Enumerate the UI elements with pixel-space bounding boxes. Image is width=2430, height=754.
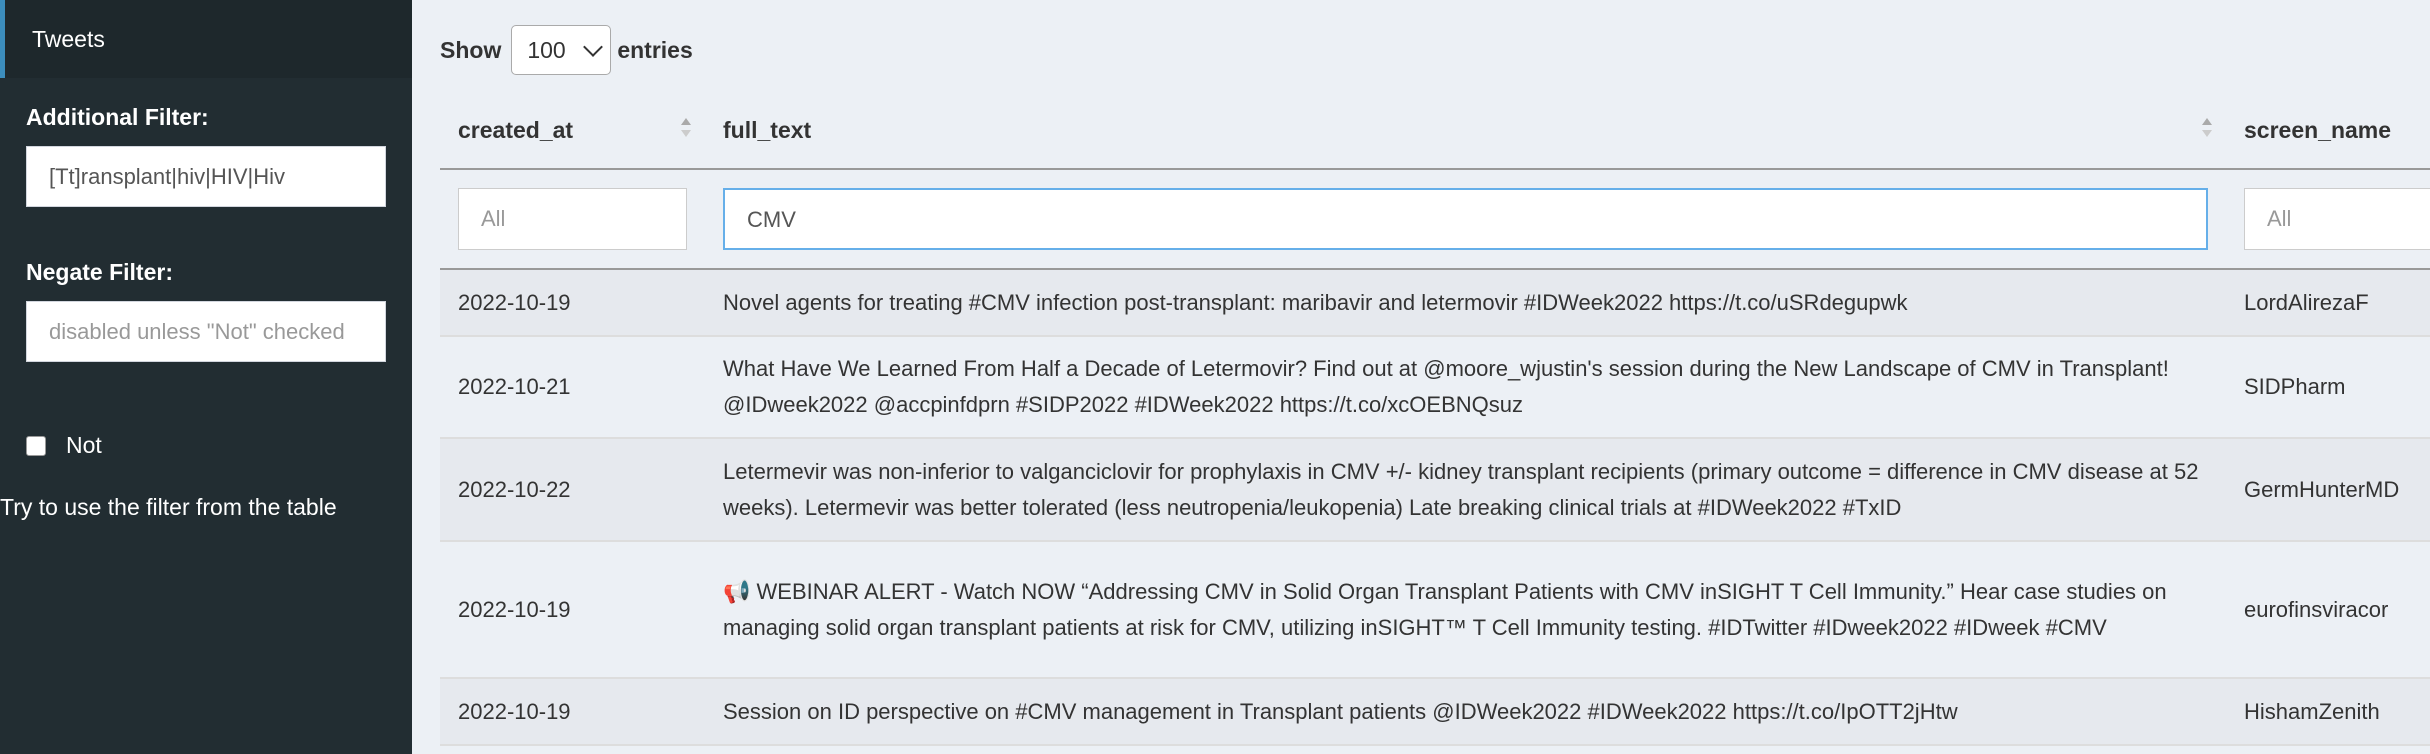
additional-filter-input[interactable]: [Tt]ransplant|hiv|HIV|Hiv bbox=[26, 146, 386, 207]
table-row[interactable]: 2022-10-19 Session on ID perspective on … bbox=[440, 678, 2430, 746]
column-header-created-at[interactable]: created_at bbox=[440, 92, 705, 170]
created-at-cell: 2022-10-21 bbox=[440, 336, 705, 439]
page-length-select[interactable]: 100 bbox=[511, 25, 612, 75]
full-text: WEBINAR ALERT - Watch NOW “Addressing CM… bbox=[723, 578, 2167, 640]
created-at-cell: 2022-10-19 bbox=[440, 541, 705, 679]
table-row[interactable]: 2022-10-21 What Have We Learned From Hal… bbox=[440, 336, 2430, 439]
screen-name-cell: LordAlirezaF bbox=[2226, 269, 2430, 337]
sidebar-item-tweets[interactable]: Tweets bbox=[0, 0, 412, 78]
sort-icon bbox=[681, 118, 691, 138]
full-text-cell: Letermevir was non-inferior to valgancic… bbox=[705, 438, 2226, 542]
screen-name-filter-input[interactable]: All bbox=[2244, 188, 2430, 250]
screen-name-cell: GermHunterMD bbox=[2226, 438, 2430, 542]
negate-filter-input[interactable]: disabled unless "Not" checked bbox=[26, 301, 386, 362]
full-text-cell: Novel agents for treating #CMV infection… bbox=[705, 269, 2226, 337]
full-text-filter-input[interactable]: CMV bbox=[723, 188, 2208, 250]
show-label: Show bbox=[440, 36, 502, 63]
column-filter-row: All CMV All bbox=[440, 169, 2430, 270]
additional-filter-label: Additional Filter: bbox=[26, 104, 209, 130]
main-content: Show 100 entries created_at full_text sc… bbox=[412, 0, 2430, 754]
megaphone-icon: 📢 bbox=[723, 578, 751, 604]
created-at-cell: 2022-10-19 bbox=[440, 269, 705, 337]
page-length-value: 100 bbox=[527, 36, 566, 63]
not-checkbox-label: Not bbox=[66, 432, 102, 458]
created-at-filter-input[interactable]: All bbox=[458, 188, 687, 250]
screen-name-cell: SIDPharm bbox=[2226, 336, 2430, 439]
table-row[interactable]: 2022-10-22 Letermevir was non-inferior t… bbox=[440, 438, 2430, 542]
created-at-cell: 2022-10-22 bbox=[440, 438, 705, 542]
screen-name-cell: eurofinsviracor bbox=[2226, 541, 2430, 679]
full-text-cell: 📢 WEBINAR ALERT - Watch NOW “Addressing … bbox=[705, 541, 2226, 679]
screen-name-cell: HishamZenith bbox=[2226, 678, 2430, 746]
table-row[interactable]: 2022-10-19 📢 WEBINAR ALERT - Watch NOW “… bbox=[440, 541, 2430, 679]
full-text-cell: What Have We Learned From Half a Decade … bbox=[705, 336, 2226, 439]
created-at-cell: 2022-10-19 bbox=[440, 678, 705, 746]
full-text-cell: Session on ID perspective on #CMV manage… bbox=[705, 678, 2226, 746]
negate-filter-label: Negate Filter: bbox=[26, 259, 173, 285]
table-header-row: created_at full_text screen_name bbox=[440, 92, 2430, 170]
column-header-screen-name[interactable]: screen_name bbox=[2226, 92, 2430, 170]
column-header-full-text[interactable]: full_text bbox=[705, 92, 2226, 170]
page-length-control: Show 100 entries bbox=[440, 25, 693, 75]
chevron-down-icon bbox=[583, 37, 604, 57]
sort-icon bbox=[2202, 118, 2212, 138]
sidebar: Tweets Additional Filter: [Tt]ransplant|… bbox=[0, 0, 412, 754]
filter-hint: Try to use the filter from the table bbox=[0, 494, 337, 520]
entries-label: entries bbox=[617, 36, 693, 63]
not-checkbox-row[interactable]: Not bbox=[26, 432, 102, 459]
tweets-table: created_at full_text screen_name All CMV… bbox=[440, 92, 2430, 746]
not-checkbox[interactable] bbox=[26, 435, 46, 456]
table-row[interactable]: 2022-10-19 Novel agents for treating #CM… bbox=[440, 269, 2430, 337]
